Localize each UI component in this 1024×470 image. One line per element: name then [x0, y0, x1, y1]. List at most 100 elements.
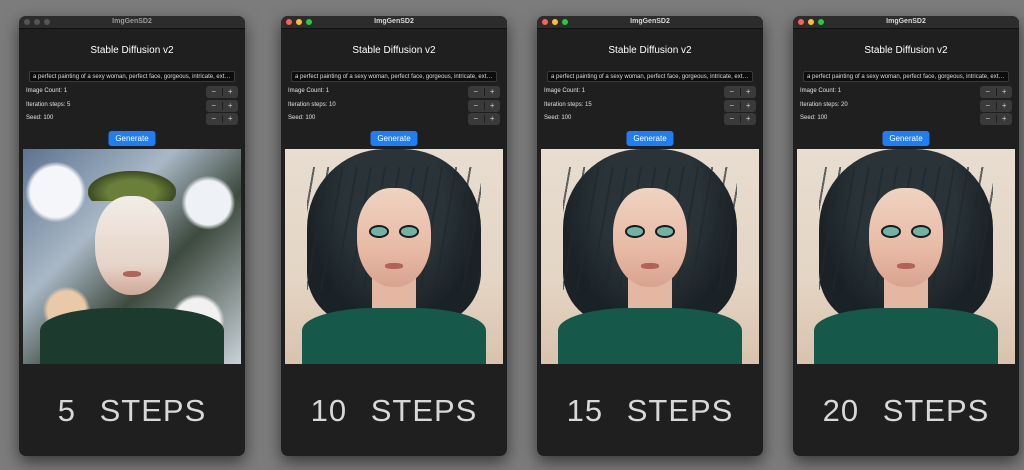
steps-caption: 10 STEPS	[310, 393, 478, 428]
iteration-steps-row: Iteration steps: 10 − +	[288, 100, 500, 112]
iteration-steps-stepper: − +	[980, 100, 1012, 112]
app-heading: Stable Diffusion v2	[864, 45, 948, 56]
image-count-stepper: − +	[468, 86, 500, 98]
iteration-steps-stepper: − +	[468, 100, 500, 112]
increment-button[interactable]: +	[997, 100, 1013, 112]
iteration-steps-stepper: − +	[724, 100, 756, 112]
iteration-steps-label: Iteration steps: 20	[800, 102, 848, 108]
seed-row: Seed: 100 − +	[288, 113, 500, 125]
window-title: ImgGenSD2	[886, 18, 926, 25]
window-title: ImgGenSD2	[112, 18, 152, 25]
face	[868, 187, 944, 287]
seed-row: Seed: 100 − +	[26, 113, 238, 125]
window-title: ImgGenSD2	[630, 18, 670, 25]
mouth	[123, 271, 141, 278]
face	[356, 187, 432, 287]
generate-button[interactable]: Generate	[370, 131, 418, 146]
garment	[302, 308, 486, 364]
increment-button[interactable]: +	[223, 86, 239, 98]
decrement-button[interactable]: −	[206, 86, 222, 98]
title-bar[interactable]: ImgGenSD2	[793, 16, 1019, 29]
decrement-button[interactable]: −	[206, 113, 222, 125]
seed-stepper: − +	[468, 113, 500, 125]
increment-button[interactable]: +	[741, 100, 757, 112]
decrement-button[interactable]: −	[468, 100, 484, 112]
steps-caption: 5 STEPS	[57, 393, 207, 428]
seed-stepper: − +	[980, 113, 1012, 125]
seed-label: Seed: 100	[288, 115, 316, 121]
steps-caption: 20 STEPS	[822, 393, 990, 428]
increment-button[interactable]: +	[223, 113, 239, 125]
decrement-button[interactable]: −	[468, 86, 484, 98]
iteration-steps-row: Iteration steps: 15 − +	[544, 100, 756, 112]
app-window-10-steps: ImgGenSD2 Stable Diffusion v2 a perfect …	[281, 16, 507, 456]
image-count-row: Image Count: 1 − +	[26, 86, 238, 98]
prompt-input[interactable]: a perfect painting of a sexy woman, perf…	[547, 71, 753, 82]
garment	[558, 308, 742, 364]
increment-button[interactable]: +	[741, 86, 757, 98]
iteration-steps-label: Iteration steps: 10	[288, 102, 336, 108]
iteration-steps-row: Iteration steps: 20 − +	[800, 100, 1012, 112]
image-count-label: Image Count: 1	[800, 88, 842, 94]
eye	[654, 225, 676, 239]
decrement-button[interactable]: −	[206, 100, 222, 112]
generate-button[interactable]: Generate	[882, 131, 930, 146]
iteration-steps-label: Iteration steps: 15	[544, 102, 592, 108]
increment-button[interactable]: +	[997, 86, 1013, 98]
eye	[880, 225, 902, 239]
decrement-button[interactable]: −	[724, 100, 740, 112]
decrement-button[interactable]: −	[724, 86, 740, 98]
generated-image	[541, 149, 759, 364]
seed-row: Seed: 100 − +	[800, 113, 1012, 125]
generated-image	[285, 149, 503, 364]
iteration-steps-stepper: − +	[206, 100, 238, 112]
image-count-label: Image Count: 1	[288, 88, 330, 94]
face	[612, 187, 688, 287]
eye	[910, 225, 932, 239]
mouth	[641, 262, 659, 269]
decrement-button[interactable]: −	[980, 100, 996, 112]
increment-button[interactable]: +	[485, 86, 501, 98]
increment-button[interactable]: +	[223, 100, 239, 112]
title-bar[interactable]: ImgGenSD2	[19, 16, 245, 29]
increment-button[interactable]: +	[741, 113, 757, 125]
decrement-button[interactable]: −	[468, 113, 484, 125]
generate-button[interactable]: Generate	[626, 131, 674, 146]
generated-image	[797, 149, 1015, 364]
app-heading: Stable Diffusion v2	[90, 45, 174, 56]
image-count-row: Image Count: 1 − +	[544, 86, 756, 98]
image-count-row: Image Count: 1 − +	[288, 86, 500, 98]
seed-row: Seed: 100 − +	[544, 113, 756, 125]
steps-caption: 15 STEPS	[566, 393, 734, 428]
image-count-stepper: − +	[206, 86, 238, 98]
decrement-button[interactable]: −	[724, 113, 740, 125]
seed-stepper: − +	[724, 113, 756, 125]
prompt-input[interactable]: a perfect painting of a sexy woman, perf…	[29, 71, 235, 82]
prompt-input[interactable]: a perfect painting of a sexy woman, perf…	[803, 71, 1009, 82]
seed-label: Seed: 100	[26, 115, 54, 121]
image-count-label: Image Count: 1	[26, 88, 68, 94]
generated-image	[23, 149, 241, 364]
portrait-painting-icon	[285, 149, 503, 364]
app-window-20-steps: ImgGenSD2 Stable Diffusion v2 a perfect …	[793, 16, 1019, 456]
increment-button[interactable]: +	[485, 100, 501, 112]
garment	[40, 308, 224, 364]
decrement-button[interactable]: −	[980, 86, 996, 98]
decrement-button[interactable]: −	[980, 113, 996, 125]
image-count-stepper: − +	[724, 86, 756, 98]
app-window-15-steps: ImgGenSD2 Stable Diffusion v2 a perfect …	[537, 16, 763, 456]
app-heading: Stable Diffusion v2	[352, 45, 436, 56]
increment-button[interactable]: +	[485, 113, 501, 125]
image-count-row: Image Count: 1 − +	[800, 86, 1012, 98]
title-bar[interactable]: ImgGenSD2	[537, 16, 763, 29]
eye	[398, 225, 420, 239]
app-heading: Stable Diffusion v2	[608, 45, 692, 56]
generate-button[interactable]: Generate	[108, 131, 156, 146]
portrait-painting-icon	[23, 149, 241, 364]
increment-button[interactable]: +	[997, 113, 1013, 125]
title-bar[interactable]: ImgGenSD2	[281, 16, 507, 29]
garment	[814, 308, 998, 364]
eye	[368, 225, 390, 239]
prompt-input[interactable]: a perfect painting of a sexy woman, perf…	[291, 71, 497, 82]
image-count-label: Image Count: 1	[544, 88, 586, 94]
